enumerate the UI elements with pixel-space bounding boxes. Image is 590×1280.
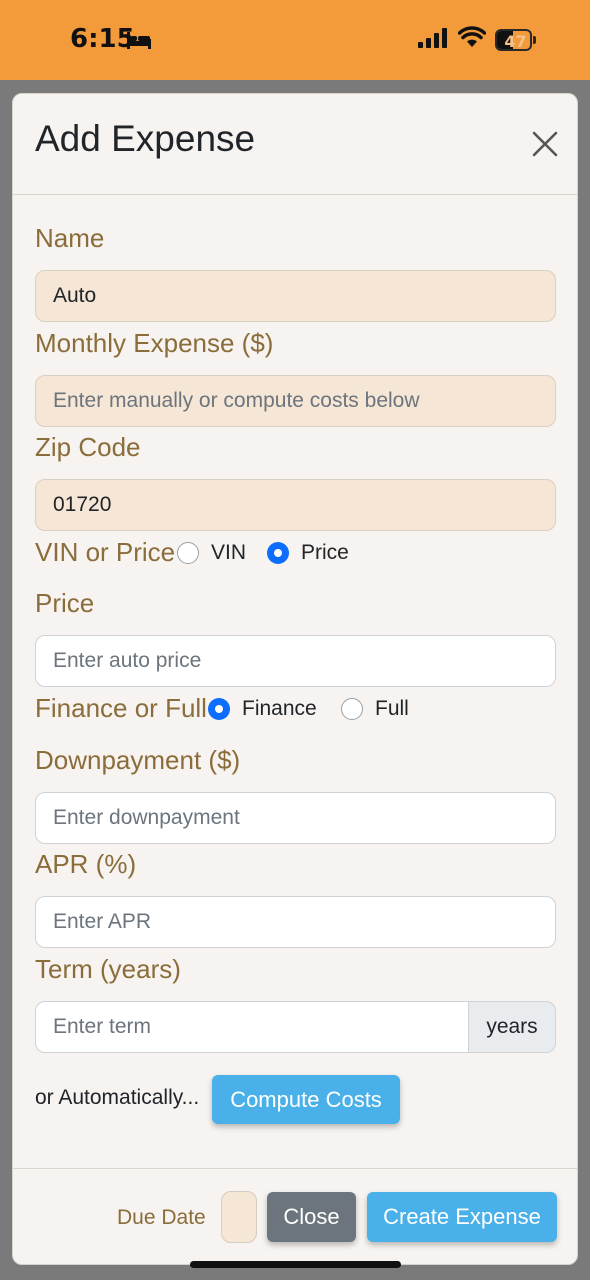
battery-icon: 47 bbox=[495, 29, 536, 51]
term-placeholder: Enter term bbox=[53, 1015, 152, 1038]
zip-code-label: Zip Code bbox=[35, 432, 141, 462]
term-input[interactable]: Enter term bbox=[35, 1001, 469, 1053]
price-radio-label: Price bbox=[301, 541, 349, 564]
price-radio-button[interactable] bbox=[267, 542, 289, 564]
downpayment-label: Downpayment ($) bbox=[35, 745, 241, 775]
finance-or-full-label: Finance or Full bbox=[35, 693, 207, 723]
price-placeholder: Enter auto price bbox=[53, 649, 202, 672]
vin-radio-button[interactable] bbox=[177, 542, 199, 564]
finance-radio[interactable]: Finance bbox=[208, 697, 317, 721]
wifi-icon bbox=[458, 26, 486, 47]
cellular-signal-icon bbox=[418, 28, 447, 48]
zip-code-input[interactable]: 01720 bbox=[35, 479, 556, 531]
full-radio[interactable]: Full bbox=[341, 697, 409, 721]
apr-input[interactable]: Enter APR bbox=[35, 896, 556, 948]
close-button[interactable]: Close bbox=[267, 1192, 356, 1242]
downpayment-placeholder: Enter downpayment bbox=[53, 806, 240, 829]
apr-label: APR (%) bbox=[35, 849, 137, 879]
modal-title: Add Expense bbox=[35, 118, 256, 159]
zip-code-value: 01720 bbox=[53, 493, 112, 516]
vin-radio-label: VIN bbox=[211, 541, 247, 564]
term-label: Term (years) bbox=[35, 954, 181, 984]
name-input[interactable]: Auto bbox=[35, 270, 556, 322]
close-icon[interactable] bbox=[531, 130, 559, 158]
compute-costs-button[interactable]: Compute Costs bbox=[212, 1075, 400, 1124]
finance-radio-label: Finance bbox=[242, 697, 317, 720]
home-indicator bbox=[190, 1261, 401, 1268]
create-expense-button[interactable]: Create Expense bbox=[367, 1192, 557, 1242]
vin-or-price-label: VIN or Price bbox=[35, 537, 176, 567]
name-label: Name bbox=[35, 223, 105, 253]
full-radio-button[interactable] bbox=[341, 698, 363, 720]
due-date-picker[interactable] bbox=[221, 1191, 257, 1243]
price-radio[interactable]: Price bbox=[267, 541, 349, 565]
name-input-value: Auto bbox=[53, 284, 97, 307]
downpayment-input[interactable]: Enter downpayment bbox=[35, 792, 556, 844]
price-label: Price bbox=[35, 588, 95, 618]
full-radio-label: Full bbox=[375, 697, 409, 720]
status-bar: 6:15 47 bbox=[0, 0, 590, 80]
battery-level: 47 bbox=[504, 32, 527, 51]
monthly-expense-input[interactable]: Enter manually or compute costs below bbox=[35, 375, 556, 427]
price-input[interactable]: Enter auto price bbox=[35, 635, 556, 687]
status-time: 6:15 bbox=[70, 24, 135, 54]
automatically-text: or Automatically... bbox=[35, 1086, 200, 1109]
vin-radio[interactable]: VIN bbox=[177, 541, 246, 565]
due-date-label: Due Date bbox=[117, 1206, 206, 1229]
add-expense-modal: Add Expense Name Auto Monthly Expense ($… bbox=[12, 93, 578, 1265]
term-years-addon: years bbox=[468, 1001, 556, 1053]
apr-placeholder: Enter APR bbox=[53, 910, 152, 933]
monthly-expense-placeholder: Enter manually or compute costs below bbox=[53, 389, 420, 412]
modal-header: Add Expense bbox=[13, 94, 577, 195]
monthly-expense-label: Monthly Expense ($) bbox=[35, 328, 274, 358]
finance-radio-button[interactable] bbox=[208, 698, 230, 720]
bed-icon bbox=[127, 32, 151, 49]
